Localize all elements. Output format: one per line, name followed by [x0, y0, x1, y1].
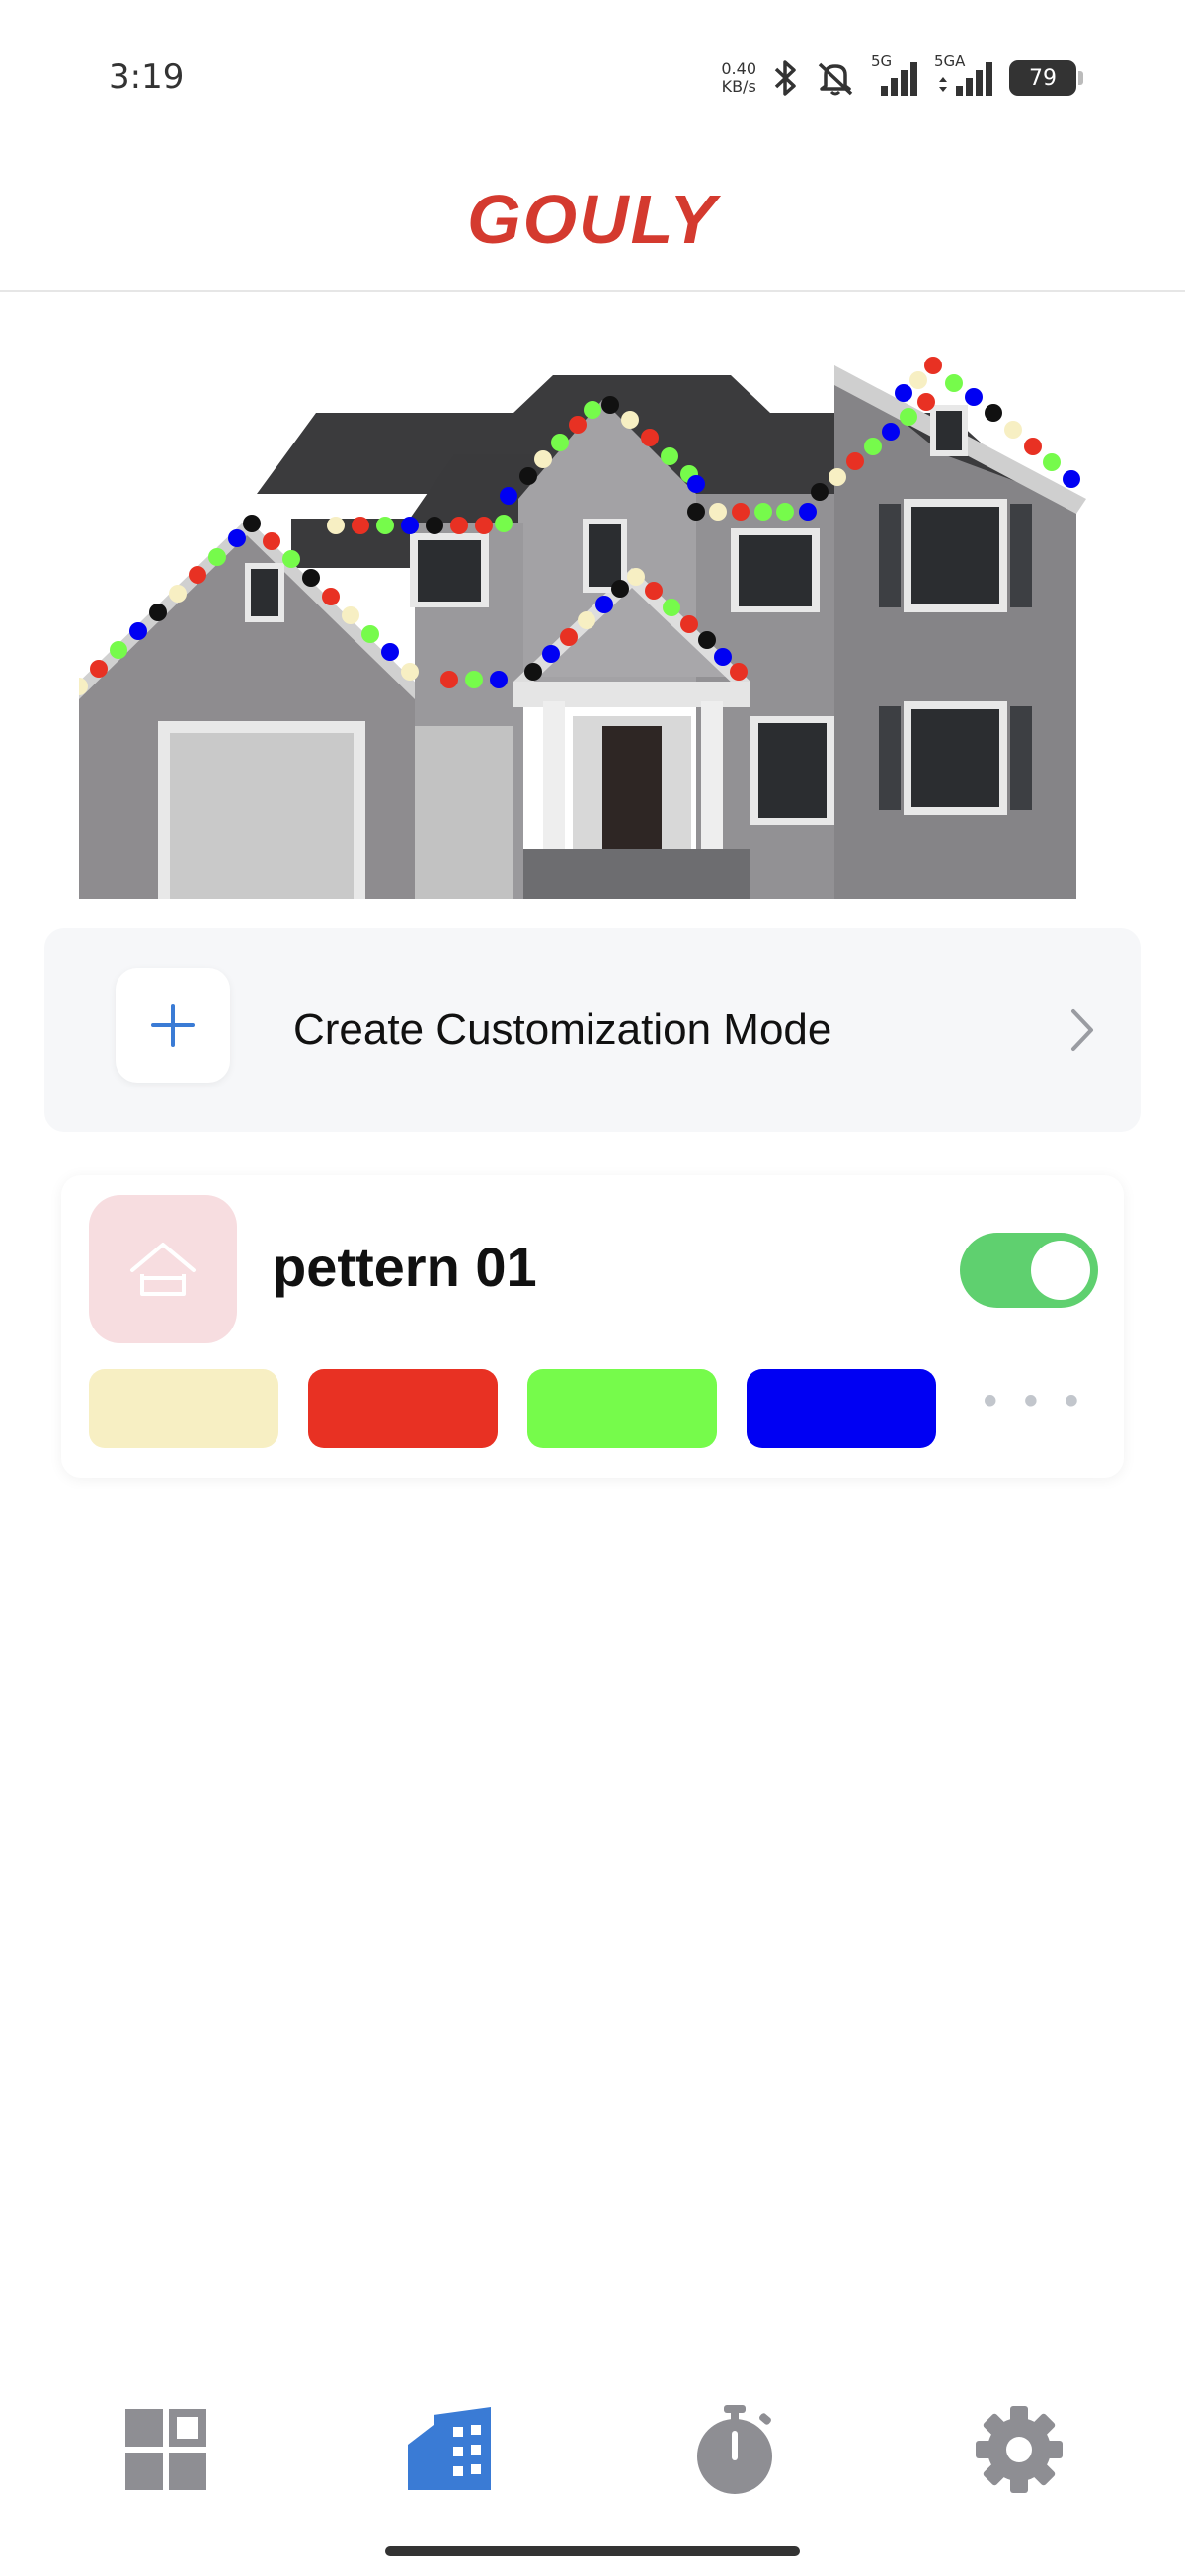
- house-outline-icon: [130, 1243, 196, 1296]
- status-time: 3:19: [109, 57, 185, 97]
- network-speed-value: 0.40: [721, 59, 756, 78]
- plus-icon: [151, 1004, 195, 1047]
- dashboard-icon: [125, 2409, 206, 2490]
- pattern-toggle[interactable]: [960, 1233, 1098, 1308]
- brand-logo: GOULY: [467, 181, 718, 258]
- signal-icon: 5GA: [934, 52, 995, 98]
- color-swatch[interactable]: [308, 1369, 498, 1448]
- status-bar: 3:19 0.40 KB/s 5G 5GA 79: [0, 0, 1185, 148]
- add-mode-button[interactable]: [116, 968, 230, 1083]
- pattern-card[interactable]: pettern 01 • • •: [61, 1175, 1124, 1478]
- home-indicator[interactable]: [385, 2546, 800, 2556]
- status-icons: 0.40 KB/s 5G 5GA 79: [721, 51, 1083, 105]
- pattern-thumbnail: [89, 1195, 237, 1343]
- bluetooth-icon: [774, 60, 796, 96]
- network-speed-unit: KB/s: [721, 77, 756, 96]
- color-swatches: [89, 1369, 936, 1448]
- create-mode-label: Create Customization Mode: [293, 1006, 832, 1054]
- chevron-right-icon: [1071, 1009, 1093, 1051]
- battery-indicator: 79: [1009, 60, 1083, 96]
- signal-icon: 5G: [871, 52, 920, 98]
- nav-item-settings[interactable]: [970, 2400, 1068, 2499]
- toggle-knob: [1031, 1241, 1090, 1300]
- color-swatch[interactable]: [89, 1369, 278, 1448]
- network-speed: 0.40 KB/s: [721, 60, 756, 96]
- color-swatch[interactable]: [747, 1369, 936, 1448]
- bottom-nav: [0, 2390, 1185, 2509]
- house-illustration: [69, 357, 1086, 899]
- create-customization-card[interactable]: Create Customization Mode: [44, 928, 1141, 1132]
- settings-icon: [976, 2406, 1063, 2493]
- nav-item-timer[interactable]: [685, 2400, 784, 2499]
- nav-item-dashboard[interactable]: [117, 2400, 215, 2499]
- more-options-icon[interactable]: • • •: [984, 1379, 1086, 1423]
- nav-item-building[interactable]: [401, 2400, 500, 2499]
- pattern-name: pettern 01: [273, 1236, 537, 1298]
- building-icon: [408, 2407, 491, 2490]
- app-header: GOULY: [0, 148, 1185, 292]
- mute-icon: [818, 62, 853, 96]
- timer-icon: [697, 2405, 772, 2494]
- color-swatch[interactable]: [527, 1369, 717, 1448]
- house-preview: [69, 336, 1106, 899]
